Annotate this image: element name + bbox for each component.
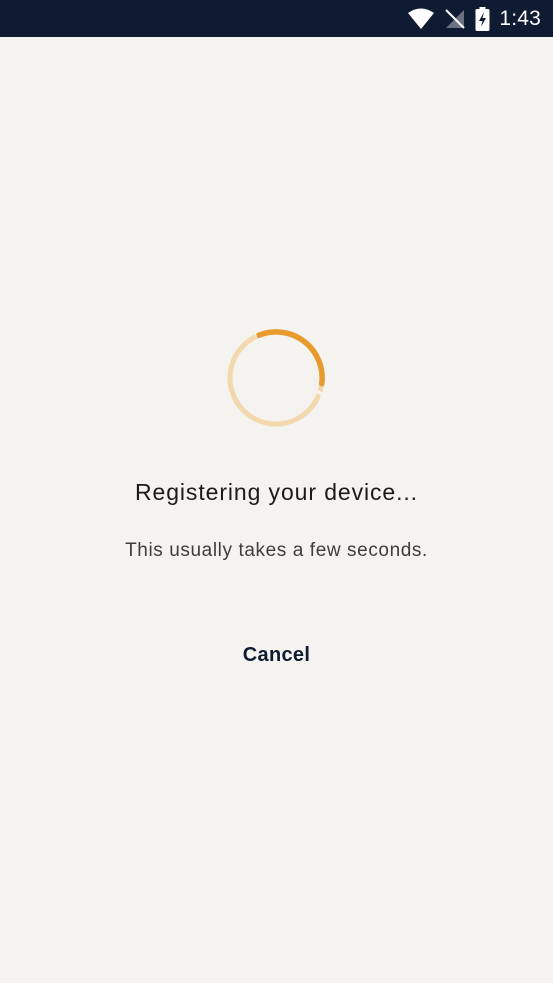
status-bar: 1:43 xyxy=(0,0,553,37)
status-time: 1:43 xyxy=(499,6,541,30)
status-icons: 1:43 xyxy=(407,0,541,37)
cancel-button[interactable]: Cancel xyxy=(216,632,337,678)
loading-spinner-icon xyxy=(227,329,325,427)
page-subtitle: This usually takes a few seconds. xyxy=(125,540,428,561)
spinner-gap xyxy=(316,389,325,397)
wifi-icon xyxy=(408,8,435,29)
battery-charging-icon xyxy=(475,6,490,31)
spinner-arc xyxy=(256,329,325,387)
page-title: Registering your device... xyxy=(135,479,418,505)
no-signal-icon xyxy=(445,8,466,29)
main-content: Registering your device... This usually … xyxy=(0,37,553,983)
